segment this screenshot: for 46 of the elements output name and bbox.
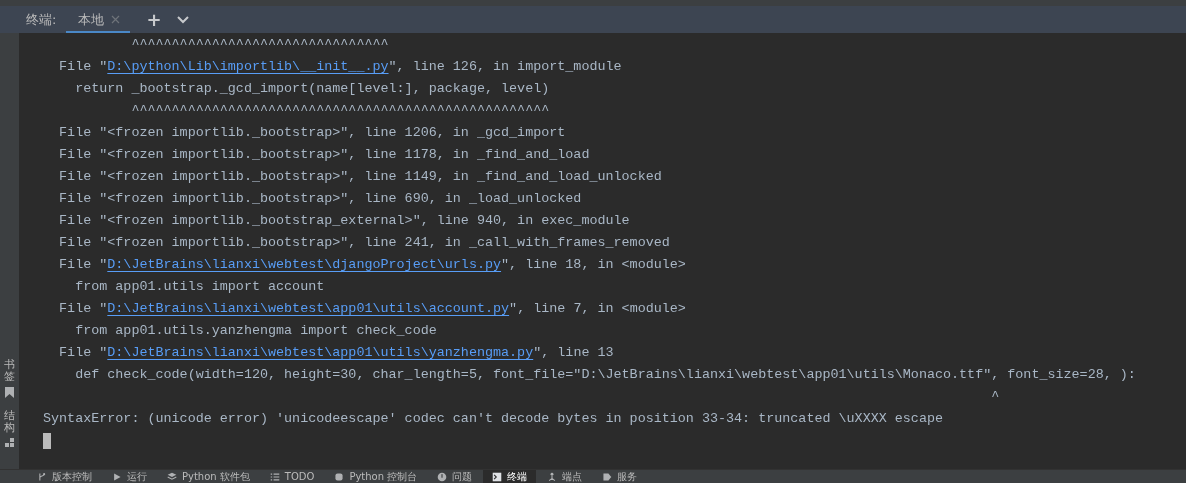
tool-window-tab[interactable]: 终端 xyxy=(483,470,537,483)
new-tab-button[interactable]: + xyxy=(140,10,168,29)
text-cursor xyxy=(43,433,51,449)
traceback-line: File "<frozen importlib._bootstrap>", line 690, in _load_unlocked xyxy=(58,190,582,208)
tool-window-tab[interactable]: 版本控制 xyxy=(28,470,101,483)
side-tab[interactable]: 书签 xyxy=(4,358,15,383)
terminal-label: 终端: xyxy=(26,10,57,29)
chevron-down-icon[interactable] xyxy=(177,15,190,24)
traceback-line: File "D:\JetBrains\lianxi\webtest\app01\utils\yanzhengma.py", line 13 xyxy=(58,344,614,362)
tool-window-tab[interactable]: 问题 xyxy=(428,470,482,483)
terminal-icon xyxy=(492,471,503,482)
code-line: from app01.utils.yanzhengma import check_code xyxy=(74,322,437,340)
file-link[interactable]: D:\JetBrains\lianxi\webtest\app01\utils\account.py xyxy=(107,301,510,316)
play-icon xyxy=(112,471,122,482)
layers-icon xyxy=(167,471,177,482)
tool-window-tab[interactable]: 服务 xyxy=(593,470,647,483)
traceback-line: File "<frozen importlib._bootstrap_external>", line 940, in exec_module xyxy=(58,212,630,230)
error-caret: ^^^^^^^^^^^^^^^^^^^^^^^^^^^^^^^^^^^^^^^^^^^^^^^^^^^^ xyxy=(130,102,550,120)
session-tab[interactable]: 本地 xyxy=(66,8,131,33)
traceback-line: File "D:\python\Lib\importlib\__init__.py", line 126, in import_module xyxy=(58,58,622,76)
endpoint-icon xyxy=(547,471,558,482)
code-line: def check_code(width=120, height=30, char_length=5, font_file="D:\JetBrains\lianxi\webtest\app01\utils\Monaco.ttf", font_size=28, ): xyxy=(74,366,1136,384)
tool-window-tab[interactable]: Python 控制台 xyxy=(325,470,427,483)
tool-window-tab[interactable]: 运行 xyxy=(103,470,156,483)
error-caret: ^ xyxy=(990,388,1000,406)
error-message: SyntaxError: (unicode error) 'unicodeescape' codec can't decode bytes in position 33-34: truncated \uXXXX escape xyxy=(43,410,943,428)
tool-window-tab[interactable]: TODO xyxy=(260,470,324,483)
structure-icon xyxy=(5,438,14,447)
traceback-line: File "<frozen importlib._bootstrap>", line 241, in _call_with_frames_removed xyxy=(58,234,670,252)
branch-icon xyxy=(37,471,47,482)
traceback-line: File "<frozen importlib._bootstrap>", line 1178, in _find_and_load xyxy=(58,146,590,164)
error-caret: ^^^^^^^^^^^^^^^^^^^^^^^^^^^^^^^^ xyxy=(130,36,389,54)
side-tab[interactable]: 结构 xyxy=(4,409,15,434)
file-link[interactable]: D:\JetBrains\lianxi\webtest\app01\utils\yanzhengma.py xyxy=(107,345,534,360)
file-link[interactable]: D:\python\Lib\importlib\__init__.py xyxy=(107,59,389,74)
traceback-line: File "<frozen importlib._bootstrap>", line 1149, in _find_and_load_unlocked xyxy=(58,168,662,186)
code-line: from app01.utils import account xyxy=(74,278,325,296)
tool-window-tab[interactable]: 端点 xyxy=(538,470,592,483)
tool-window-tab[interactable]: Python 软件包 xyxy=(158,470,259,483)
traceback-line: File "D:\JetBrains\lianxi\webtest\app01\utils\account.py", line 7, in <module> xyxy=(58,300,686,318)
code-line: return _bootstrap._gcd_import(name[level:], package, level) xyxy=(74,80,550,98)
file-link[interactable]: D:\JetBrains\lianxi\webtest\djangoProject\urls.py xyxy=(107,257,502,272)
traceback-line: File "D:\JetBrains\lianxi\webtest\djangoProject\urls.py", line 18, in <module> xyxy=(58,256,686,274)
bookmark-icon xyxy=(5,386,14,398)
list-icon xyxy=(269,471,280,482)
traceback-line: File "<frozen importlib._bootstrap>", line 1206, in _gcd_import xyxy=(58,124,566,142)
